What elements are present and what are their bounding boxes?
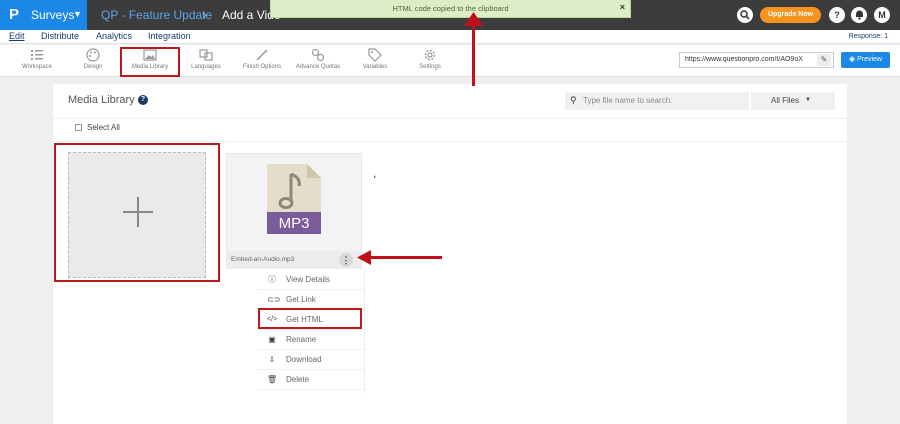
- preview-button[interactable]: ◉ Preview: [841, 52, 890, 68]
- highlight-get-html: [258, 308, 362, 329]
- divider: [53, 118, 847, 119]
- survey-url-field[interactable]: https://www.questionpro.com/t/AO9oX ✎: [679, 52, 834, 68]
- top-bar: P Surveys ▼ QP - Feature Update › Add a …: [0, 0, 900, 30]
- tool-label: Settings: [419, 64, 441, 70]
- arrow-up-icon: [464, 12, 483, 26]
- quota-icon: [311, 48, 325, 62]
- annotation-arrow-toast: [472, 22, 475, 86]
- more-options-icon[interactable]: ⋮: [339, 253, 353, 267]
- main-menu: Edit Distribute Analytics Integration Re…: [0, 30, 900, 44]
- menu-rename[interactable]: ▣ Rename: [257, 330, 365, 350]
- close-icon[interactable]: ×: [620, 2, 625, 12]
- tool-label: Design: [83, 64, 103, 70]
- mp3-file-icon: MP3: [267, 164, 321, 234]
- menu-label: View Details: [286, 275, 330, 284]
- file-search-input[interactable]: ⚲ Type file name to search.: [565, 92, 749, 110]
- select-all-checkbox[interactable]: [75, 124, 82, 131]
- annotation-arrow-kebab: [368, 256, 442, 259]
- tool-variables[interactable]: Variables: [346, 45, 404, 77]
- menu-distribute[interactable]: Distribute: [41, 31, 79, 41]
- tool-label: Workspace: [22, 64, 52, 70]
- product-name: Surveys: [31, 8, 75, 22]
- menu-get-link[interactable]: ⊂⊃ Get Link: [257, 290, 365, 310]
- product-switcher[interactable]: P Surveys ▼: [0, 0, 87, 30]
- chevron-right-icon: ›: [202, 6, 207, 22]
- highlight-media-library: [120, 47, 180, 77]
- menu-label: Rename: [286, 335, 317, 344]
- link-icon: ⊂⊃: [267, 295, 281, 304]
- trash-icon: 🗑: [267, 375, 278, 384]
- toast-notification: HTML code copied to the clipboard ×: [270, 0, 631, 18]
- tag-icon: [368, 48, 382, 62]
- avatar[interactable]: M: [874, 7, 890, 23]
- search-icon: ⚲: [570, 95, 577, 105]
- menu-label: Download: [286, 355, 322, 364]
- tool-design[interactable]: Design: [64, 45, 122, 77]
- tool-workspace[interactable]: Workspace: [8, 45, 66, 77]
- logo: P: [9, 6, 20, 23]
- tool-languages[interactable]: Languages: [177, 45, 235, 77]
- tool-label: Finish Options: [242, 64, 282, 70]
- filter-value: All Files: [771, 96, 800, 105]
- gear-icon: [424, 49, 436, 61]
- caret-down-icon: ▼: [73, 9, 82, 19]
- eye-icon: ◉: [849, 56, 856, 63]
- select-all-label[interactable]: Select All: [87, 123, 120, 132]
- translate-icon: [199, 49, 213, 61]
- tool-advance-quotas[interactable]: Advance Quotas: [289, 45, 347, 77]
- menu-view-details[interactable]: ⓘ View Details: [257, 270, 365, 290]
- pencil-icon[interactable]: ✎: [817, 54, 831, 66]
- menu-delete[interactable]: 🗑 Delete: [257, 370, 365, 390]
- bell-icon[interactable]: [851, 7, 867, 23]
- menu-label: Get Link: [286, 295, 316, 304]
- search-icon[interactable]: [737, 7, 753, 23]
- page-title: Media Library: [68, 94, 135, 106]
- magic-wand-icon: [256, 49, 268, 61]
- image-icon: ▣: [268, 335, 276, 344]
- arrow-left-icon: [357, 250, 371, 265]
- file-type-filter[interactable]: All Files ▼: [751, 92, 835, 110]
- tool-finish-options[interactable]: Finish Options: [233, 45, 291, 77]
- file-name: Embed-an-Audio.mp3: [231, 256, 295, 263]
- workspace-icon: [31, 50, 43, 60]
- response-count: Response: 1: [848, 33, 888, 40]
- divider: [53, 141, 847, 142]
- tool-label: Languages: [191, 64, 221, 70]
- tool-label: Variables: [362, 64, 388, 70]
- preview-label: Preview: [857, 56, 882, 63]
- upgrade-button[interactable]: Upgrade Now: [760, 7, 821, 23]
- menu-analytics[interactable]: Analytics: [96, 31, 132, 41]
- menu-edit[interactable]: Edit: [9, 31, 25, 41]
- tool-settings[interactable]: Settings: [401, 45, 459, 77]
- menu-integration[interactable]: Integration: [148, 31, 191, 41]
- survey-url: https://www.questionpro.com/t/AO9oX: [685, 56, 803, 63]
- toast-message: HTML code copied to the clipboard: [392, 4, 509, 13]
- highlight-add-tile: [54, 143, 220, 282]
- download-icon: ⇩: [268, 355, 276, 364]
- file-context-menu: ⓘ View Details ⊂⊃ Get Link </> Get HTML …: [257, 270, 365, 394]
- search-placeholder: Type file name to search.: [583, 96, 673, 105]
- file-type-label: MP3: [279, 215, 310, 232]
- menu-label: Delete: [286, 375, 310, 384]
- breadcrumb-survey[interactable]: QP - Feature Update: [101, 8, 212, 22]
- palette-icon: [86, 48, 100, 62]
- stray-mark: ،: [373, 170, 377, 181]
- info-icon: ⓘ: [268, 275, 276, 284]
- caret-down-icon: ▼: [805, 97, 811, 103]
- menu-download[interactable]: ⇩ Download: [257, 350, 365, 370]
- file-footer: Embed-an-Audio.mp3 ⋮: [226, 251, 362, 269]
- help-icon[interactable]: ?: [829, 7, 845, 23]
- help-icon[interactable]: ?: [138, 95, 148, 105]
- tool-label: Advance Quotas: [295, 64, 341, 70]
